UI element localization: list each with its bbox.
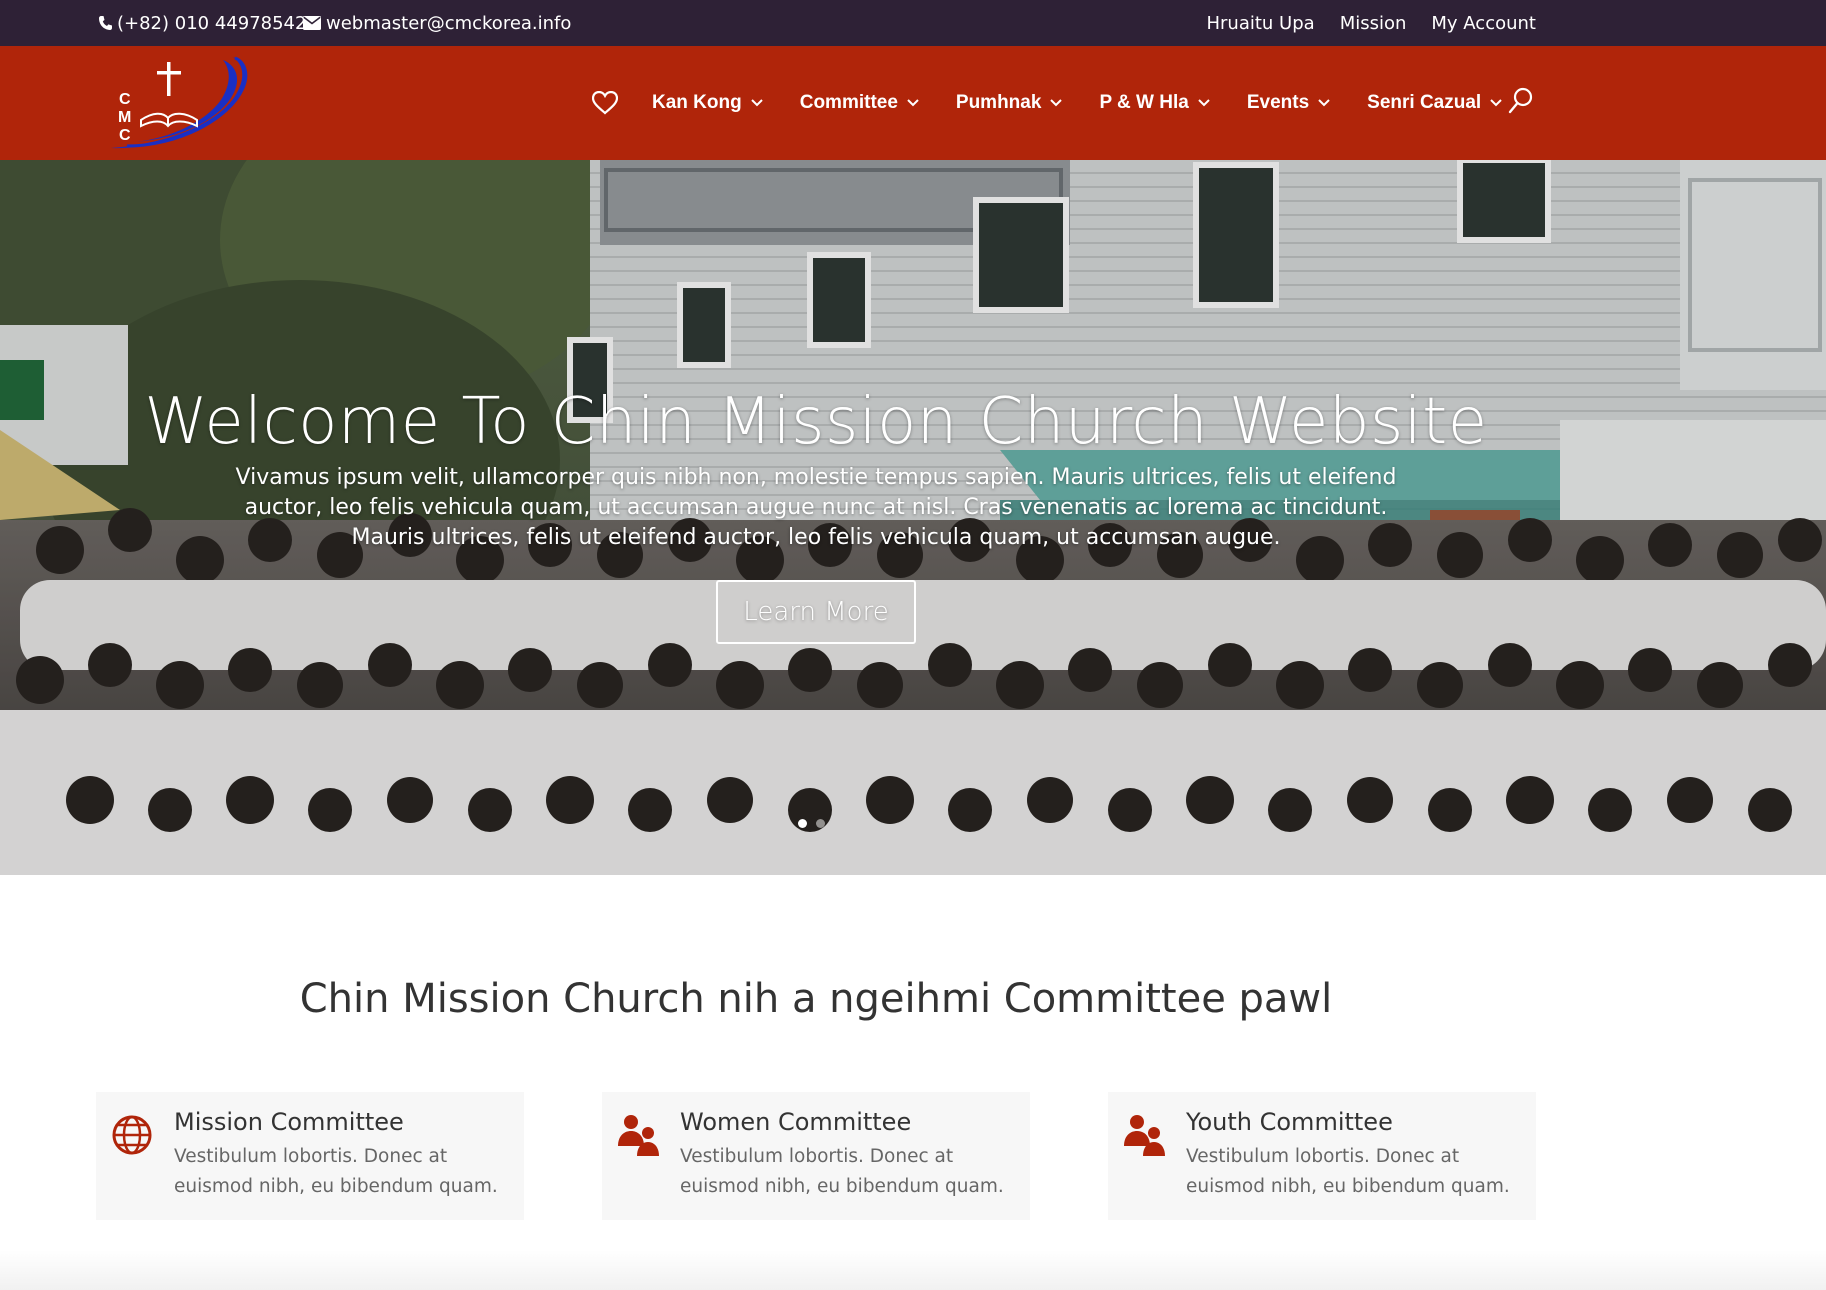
chevron-down-icon	[1050, 99, 1063, 107]
email-text: webmaster@cmckorea.info	[326, 12, 572, 34]
nav-label: Committee	[799, 92, 898, 113]
slider-dots	[798, 819, 834, 828]
email-contact[interactable]: webmaster@cmckorea.info	[303, 0, 571, 46]
card-title: Youth Committee	[1186, 1108, 1393, 1136]
card-mission-committee[interactable]: Mission Committee Vestibulum lobortis. D…	[96, 1092, 524, 1220]
nav-item-events[interactable]: Events	[1247, 92, 1330, 114]
secondary-nav-my-account[interactable]: My Account	[1431, 13, 1536, 34]
phone-text: (+82) 010 44978542	[117, 12, 307, 34]
secondary-nav-hruaitu-upa[interactable]: Hruaitu Upa	[1206, 13, 1314, 34]
section-divider	[0, 1250, 1826, 1290]
committees-heading: Chin Mission Church nih a ngeihmi Commit…	[299, 976, 1333, 1022]
learn-more-button[interactable]: Learn More	[716, 580, 916, 644]
chevron-down-icon	[751, 99, 763, 107]
heart-icon[interactable]	[592, 89, 622, 117]
nav-item-p-w-hla[interactable]: P & W Hla	[1099, 92, 1210, 114]
svg-text:M: M	[118, 109, 131, 126]
nav-label: P & W Hla	[1099, 92, 1189, 113]
slider-dot-1[interactable]	[798, 819, 807, 828]
secondary-nav-mission[interactable]: Mission	[1340, 13, 1407, 34]
phone-contact[interactable]: (+82) 010 44978542	[98, 0, 306, 46]
nav-label: Pumhnak	[955, 92, 1042, 113]
hero-title: Welcome To Chin Mission Church Website	[144, 385, 1488, 459]
phone-icon	[99, 16, 112, 30]
svg-text:C: C	[119, 127, 131, 144]
nav-label: Senri Cazual	[1367, 92, 1482, 113]
people-icon	[618, 1115, 659, 1156]
chevron-down-icon	[907, 99, 919, 107]
top-bar: (+82) 010 44978542 webmaster@cmckorea.in…	[0, 0, 1826, 46]
chevron-down-icon	[1318, 99, 1330, 107]
nav-item-committee[interactable]: Committee	[800, 92, 919, 114]
secondary-nav: Hruaitu Upa Mission My Account	[1181, 0, 1536, 46]
card-description: Vestibulum lobortis. Donec at euismod ni…	[1186, 1146, 1510, 1197]
svg-text:C: C	[119, 91, 131, 108]
nav-item-pumhnak[interactable]: Pumhnak	[956, 92, 1063, 114]
card-description: Vestibulum lobortis. Donec at euismod ni…	[680, 1146, 1004, 1197]
card-title: Women Committee	[680, 1108, 912, 1136]
main-nav: Kan Kong Committee Pumhnak P & W Hla Eve…	[592, 46, 1539, 160]
nav-label: Events	[1246, 92, 1310, 113]
search-icon[interactable]	[1508, 87, 1534, 115]
globe-icon	[112, 1115, 152, 1155]
main-header: C M C Kan Kong Committee Pumhnak P & W H…	[0, 46, 1826, 160]
chevron-down-icon	[1198, 99, 1210, 107]
slider-dot-2[interactable]	[816, 819, 825, 828]
envelope-icon	[303, 16, 321, 30]
chevron-down-icon	[1490, 99, 1502, 107]
nav-item-kan-kong[interactable]: Kan Kong	[652, 92, 763, 114]
hero-description: Vivamus ipsum velit, ullamcorper quis ni…	[235, 465, 1397, 550]
hero-slider: Welcome To Chin Mission Church Website V…	[0, 160, 1826, 875]
nav-label: Kan Kong	[652, 92, 742, 113]
card-description: Vestibulum lobortis. Donec at euismod ni…	[174, 1146, 498, 1197]
card-women-committee[interactable]: Women Committee Vestibulum lobortis. Don…	[602, 1092, 1030, 1220]
card-title: Mission Committee	[174, 1108, 404, 1136]
card-youth-committee[interactable]: Youth Committee Vestibulum lobortis. Don…	[1108, 1092, 1536, 1220]
site-logo[interactable]: C M C	[105, 54, 265, 152]
nav-item-senri-cazual[interactable]: Senri Cazual	[1367, 92, 1502, 114]
people-icon	[1124, 1115, 1165, 1156]
